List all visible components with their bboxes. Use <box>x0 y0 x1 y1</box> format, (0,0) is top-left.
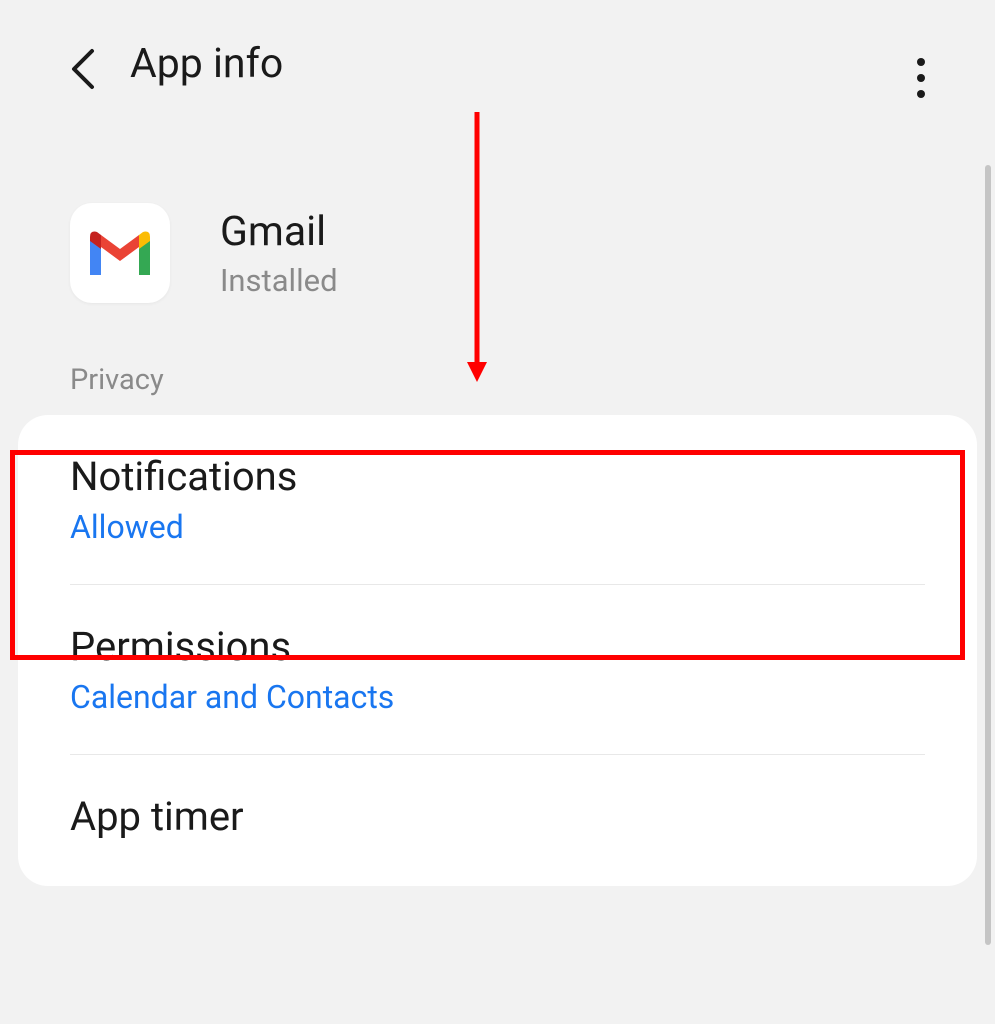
app-icon <box>70 203 170 303</box>
gmail-icon <box>85 227 155 279</box>
app-timer-title: App timer <box>70 793 925 840</box>
page-title: App info <box>130 40 283 88</box>
app-header-section: Gmail Installed <box>0 123 995 363</box>
more-vertical-icon <box>917 58 925 98</box>
back-button[interactable] <box>70 48 96 94</box>
permissions-item[interactable]: Permissions Calendar and Contacts <box>18 585 977 754</box>
permissions-subtitle: Calendar and Contacts <box>70 678 925 716</box>
notifications-item[interactable]: Notifications Allowed <box>18 415 977 584</box>
scrollbar[interactable] <box>985 165 991 945</box>
app-name-label: Gmail <box>220 208 338 256</box>
privacy-section-header: Privacy <box>0 363 995 415</box>
more-options-button[interactable] <box>907 48 935 108</box>
app-timer-item[interactable]: App timer <box>18 755 977 886</box>
privacy-card: Notifications Allowed Permissions Calend… <box>18 415 977 886</box>
permissions-title: Permissions <box>70 623 925 670</box>
app-status-label: Installed <box>220 262 338 299</box>
notifications-title: Notifications <box>70 453 925 500</box>
back-icon <box>70 48 96 90</box>
notifications-subtitle: Allowed <box>70 508 925 546</box>
